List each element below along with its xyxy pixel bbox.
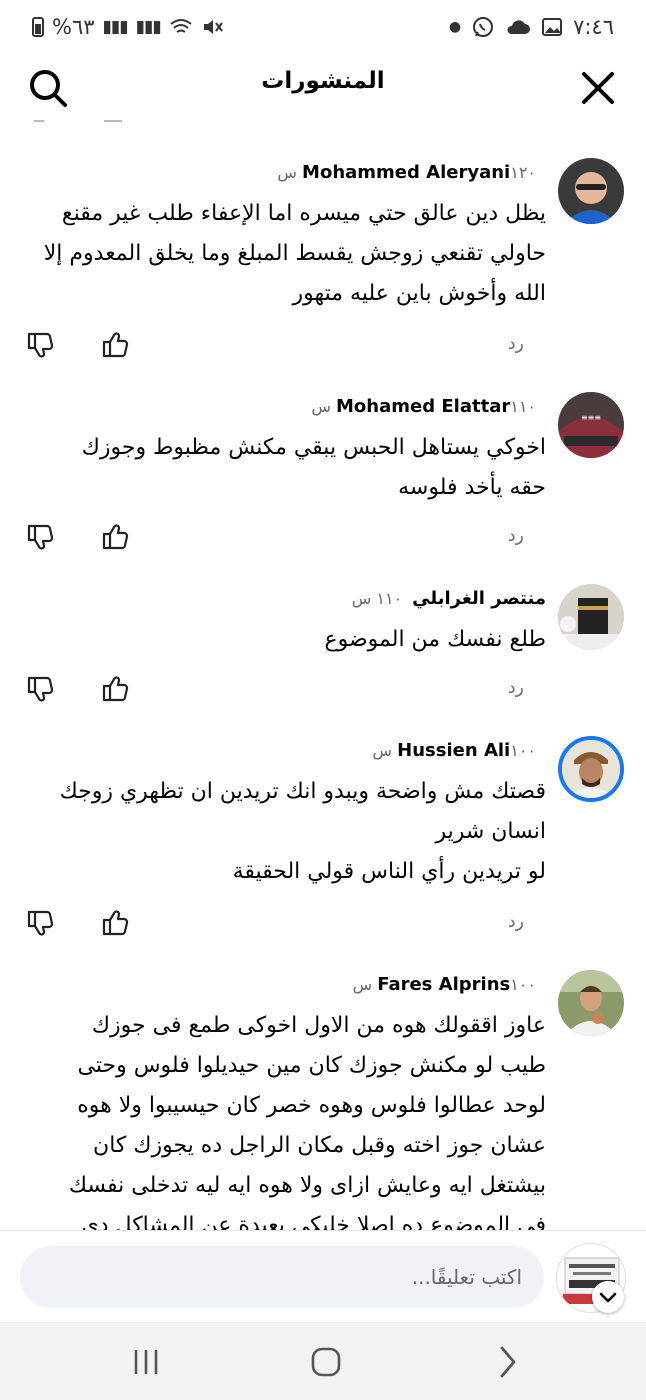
comment-time: ١١٠ س — [351, 589, 403, 608]
reply-button[interactable]: رد — [508, 678, 524, 698]
wifi-icon — [170, 19, 192, 33]
reply-button[interactable]: رد — [508, 912, 524, 932]
system-nav-bar — [0, 1322, 646, 1400]
thumbs-up-icon — [102, 676, 129, 702]
recent-apps-icon — [134, 1350, 158, 1374]
reply-button[interactable]: رد — [508, 334, 524, 354]
comment-actions: رد — [0, 330, 646, 370]
avatar[interactable] — [558, 158, 624, 224]
thumbs-down-icon — [27, 910, 54, 936]
account-switch-button[interactable] — [592, 1281, 624, 1313]
comment-composer — [0, 1230, 646, 1323]
comment-text: يظل دين عالق حتي ميسره اما الإعفاء طلب غ… — [18, 194, 546, 314]
comment-text: اخوكي يستاهل الحبس يبقي مكنش مظبوط وجوزك… — [18, 428, 546, 508]
status-left: ٦٣% ▮▮▮ ▮▮▮ — [32, 12, 223, 42]
like-button[interactable] — [101, 674, 131, 704]
back-icon — [500, 1346, 516, 1378]
avatar[interactable] — [558, 584, 624, 650]
back-button[interactable] — [486, 1340, 530, 1384]
like-button[interactable] — [101, 908, 131, 938]
comment-header: Fares Alprins١٠٠ س — [353, 974, 546, 995]
comment-line: لو تريدين رأي الناس قولي الحقيقة — [232, 859, 546, 884]
status-bar: ٦٣% ▮▮▮ ▮▮▮ ● ٧:٤٦ — [0, 0, 646, 56]
comment-line: الله وأخوش باين عليه متهور — [292, 281, 546, 306]
status-right: ● ٧:٤٦ — [449, 12, 614, 42]
comment-line: عشان جوز اخته وقبل مكان الراجل ده يجوزك … — [93, 1133, 546, 1158]
comment-actions: رد — [0, 908, 646, 948]
comment-text: قصتك مش واضحة ويبدو انك تريدين ان تظهري … — [18, 772, 546, 892]
avatar[interactable]: ≡≡≡ — [558, 392, 624, 458]
header-bar: المنشورات — [0, 56, 646, 116]
author-name[interactable]: منتصر الغرابلي — [412, 588, 546, 609]
battery-icon — [32, 17, 44, 37]
comment-line: لوحد عطالوا فلوس وهوه خصر كان حيسيبوا ول… — [77, 1093, 546, 1118]
comments-feed[interactable]: Mohammed Aleryani١٢٠ س يظل دين عالق حتي … — [0, 118, 646, 1230]
comment-text: عاوز اققولك هوه من الاول اخوكى طمع فى جو… — [18, 1006, 546, 1230]
avatar-image — [558, 970, 624, 1036]
thumbs-down-icon — [27, 332, 54, 358]
home-button[interactable] — [304, 1340, 348, 1384]
comment-line: حقه يأخد فلوسه — [398, 475, 546, 500]
comment-line: قصتك مش واضحة ويبدو انك تريدين ان تظهري … — [59, 779, 546, 804]
comment-header: منتصر الغرابلي ١١٠ س — [352, 588, 546, 609]
whatsapp-icon — [473, 17, 494, 37]
mute-icon — [203, 20, 223, 34]
thumbs-down-icon — [27, 676, 54, 702]
signal-icon: ▮▮▮ — [102, 17, 129, 37]
svg-text:≡≡≡: ≡≡≡ — [581, 413, 601, 422]
comment-header: Mohammed Aleryani١٢٠ س — [277, 162, 546, 183]
comment-line: طيب لو مكنش جوزك كان مين حيديلوا فلوس وح… — [77, 1053, 547, 1078]
previous-content-edge — [34, 120, 122, 122]
avatar-image — [558, 584, 624, 650]
dot-icon: ● — [448, 19, 462, 35]
avatar-image — [562, 740, 620, 798]
author-name[interactable]: Mohamed Elattar — [336, 396, 510, 417]
dislike-button[interactable] — [26, 522, 56, 552]
avatar-image: ≡≡≡ — [558, 392, 624, 458]
comment-actions: رد — [0, 674, 646, 714]
comment-header: Mohamed Elattar١١٠ س — [311, 396, 546, 417]
avatar[interactable] — [558, 736, 624, 802]
cloud-icon — [507, 20, 531, 34]
comment-line: انسان شرير — [435, 819, 546, 844]
signal-icon-2: ▮▮▮ — [135, 17, 162, 37]
close-button[interactable] — [578, 68, 618, 108]
recent-apps-button[interactable] — [124, 1340, 168, 1384]
clock: ٧:٤٦ — [573, 15, 614, 39]
comment-line: حاولي تقنعي زوجش يقسط المبلغ وما يخلق ال… — [43, 241, 546, 266]
avatar-image — [558, 158, 624, 224]
chevron-down-icon — [599, 1292, 617, 1303]
comment-line: فى الموضوع ده اصلا خليكى بعيدة عن المشاك… — [81, 1213, 546, 1230]
dislike-button[interactable] — [26, 674, 56, 704]
author-name[interactable]: Mohammed Aleryani — [302, 162, 510, 183]
thumbs-up-icon — [102, 910, 129, 936]
like-button[interactable] — [101, 330, 131, 360]
thumbs-up-icon — [102, 332, 129, 358]
gallery-icon — [542, 18, 563, 36]
dislike-button[interactable] — [26, 330, 56, 360]
comment-text: طلع نفسك من الموضوع — [18, 620, 546, 660]
comment-line: اخوكي يستاهل الحبس يبقي مكنش مظبوط وجوزك — [81, 435, 546, 460]
comment-actions: رد — [0, 522, 646, 562]
close-icon — [582, 72, 614, 104]
page-title: المنشورات — [261, 68, 385, 94]
author-name[interactable]: Hussien Ali — [397, 740, 510, 761]
comment-header: Hussien Ali١٠٠ س — [373, 740, 546, 761]
author-name[interactable]: Fares Alprins — [377, 974, 510, 995]
comment-line: يظل دين عالق حتي ميسره اما الإعفاء طلب غ… — [61, 201, 546, 226]
reply-button[interactable]: رد — [508, 526, 524, 546]
dislike-button[interactable] — [26, 908, 56, 938]
thumbs-down-icon — [27, 524, 54, 550]
home-icon — [311, 1347, 341, 1377]
comment-line: طلع نفسك من الموضوع — [324, 627, 546, 652]
comment-input[interactable] — [20, 1246, 544, 1308]
thumbs-up-icon — [102, 524, 129, 550]
comment-line: عاوز اققولك هوه من الاول اخوكى طمع فى جو… — [91, 1013, 546, 1038]
battery-percent: ٦٣% — [52, 15, 95, 39]
like-button[interactable] — [101, 522, 131, 552]
avatar[interactable] — [558, 970, 624, 1036]
comment-line: بيشتغل ايه وعايش ازاى ولا هوه ايه ليه تد… — [68, 1173, 546, 1198]
